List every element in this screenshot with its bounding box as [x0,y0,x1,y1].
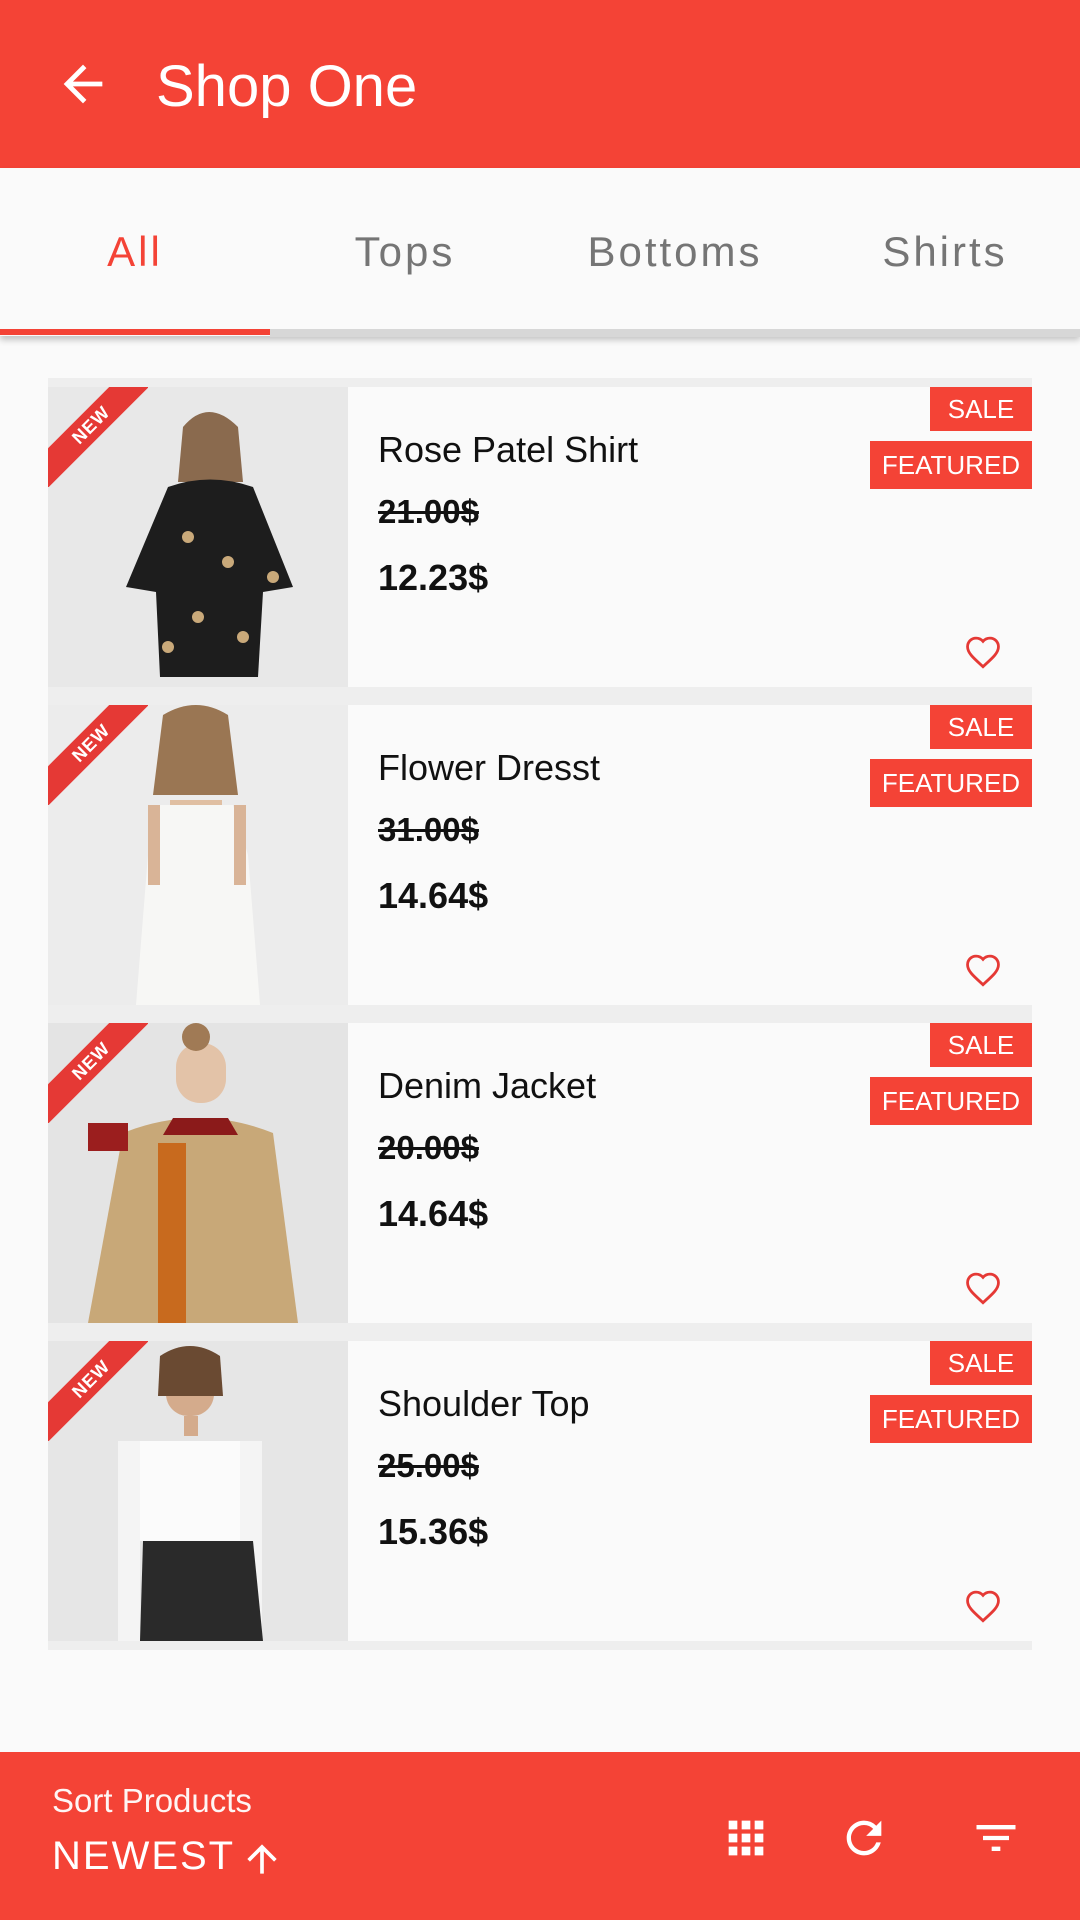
new-ribbon: NEW [48,1341,148,1441]
product-price: 12.23$ [378,557,489,598]
sale-badge: SALE [930,1341,1032,1385]
featured-badge: FEATURED [870,1395,1032,1443]
product-price: 14.64$ [378,875,489,916]
product-name: Shoulder Top [378,1383,590,1424]
featured-badge: FEATURED [870,759,1032,807]
heart-icon[interactable] [964,1589,1002,1623]
page-title: Shop One [156,54,418,119]
tab-track [270,329,1080,337]
product-card[interactable]: NEW Rose Patel Shirt 21.00$ 12.23$ SALE … [48,387,1032,687]
back-button[interactable] [54,55,112,113]
tab-bottoms[interactable]: Bottoms [540,168,810,336]
product-card[interactable]: NEW Shoulder Top 25.00$ 15.36$ SALE FEAT… [48,1341,1032,1641]
heart-icon[interactable] [964,635,1002,669]
product-card[interactable]: NEW Flower Dresst 31.00$ 14.64$ SALE FEA… [48,705,1032,1005]
bottom-bar: Sort Products NEWEST [0,1752,1080,1920]
product-old-price: 31.00$ [378,811,479,848]
sale-badge: SALE [930,1023,1032,1067]
tab-all[interactable]: All [0,168,270,336]
grid-view-icon[interactable] [720,1812,772,1864]
sale-badge: SALE [930,705,1032,749]
product-card[interactable]: NEW Denim Jacket 20.00$ 14.64$ SALE FEAT… [48,1023,1032,1323]
product-name: Rose Patel Shirt [378,429,639,470]
arrow-up-icon[interactable] [240,1836,284,1882]
heart-icon[interactable] [964,1271,1002,1305]
product-old-price: 20.00$ [378,1129,479,1166]
product-old-price: 21.00$ [378,493,479,530]
featured-badge: FEATURED [870,441,1032,489]
heart-icon[interactable] [964,953,1002,987]
product-image[interactable]: NEW [48,387,348,687]
new-ribbon: NEW [48,1023,148,1123]
arrow-back-icon [63,64,103,104]
product-list: NEW Rose Patel Shirt 21.00$ 12.23$ SALE … [48,378,1032,1650]
product-old-price: 25.00$ [378,1447,479,1484]
product-image[interactable]: NEW [48,1341,348,1641]
product-name: Flower Dresst [378,747,601,788]
category-tabs: All Tops Bottoms Shirts [0,168,1080,337]
sort-label: Sort Products [52,1782,252,1819]
featured-badge: FEATURED [870,1077,1032,1125]
product-image[interactable]: NEW [48,705,348,1005]
app-bar: Shop One [0,0,1080,168]
product-image[interactable]: NEW [48,1023,348,1323]
sale-badge: SALE [930,387,1032,431]
product-price: 15.36$ [378,1511,489,1552]
tab-shirts[interactable]: Shirts [810,168,1080,336]
refresh-icon[interactable] [838,1812,890,1864]
product-name: Denim Jacket [378,1065,597,1106]
sort-value[interactable]: NEWEST [52,1834,235,1879]
product-price: 14.64$ [378,1193,489,1234]
filter-icon[interactable] [970,1812,1022,1864]
tab-indicator [0,329,270,335]
new-ribbon: NEW [48,705,148,805]
tab-tops[interactable]: Tops [270,168,540,336]
new-ribbon: NEW [48,387,148,487]
